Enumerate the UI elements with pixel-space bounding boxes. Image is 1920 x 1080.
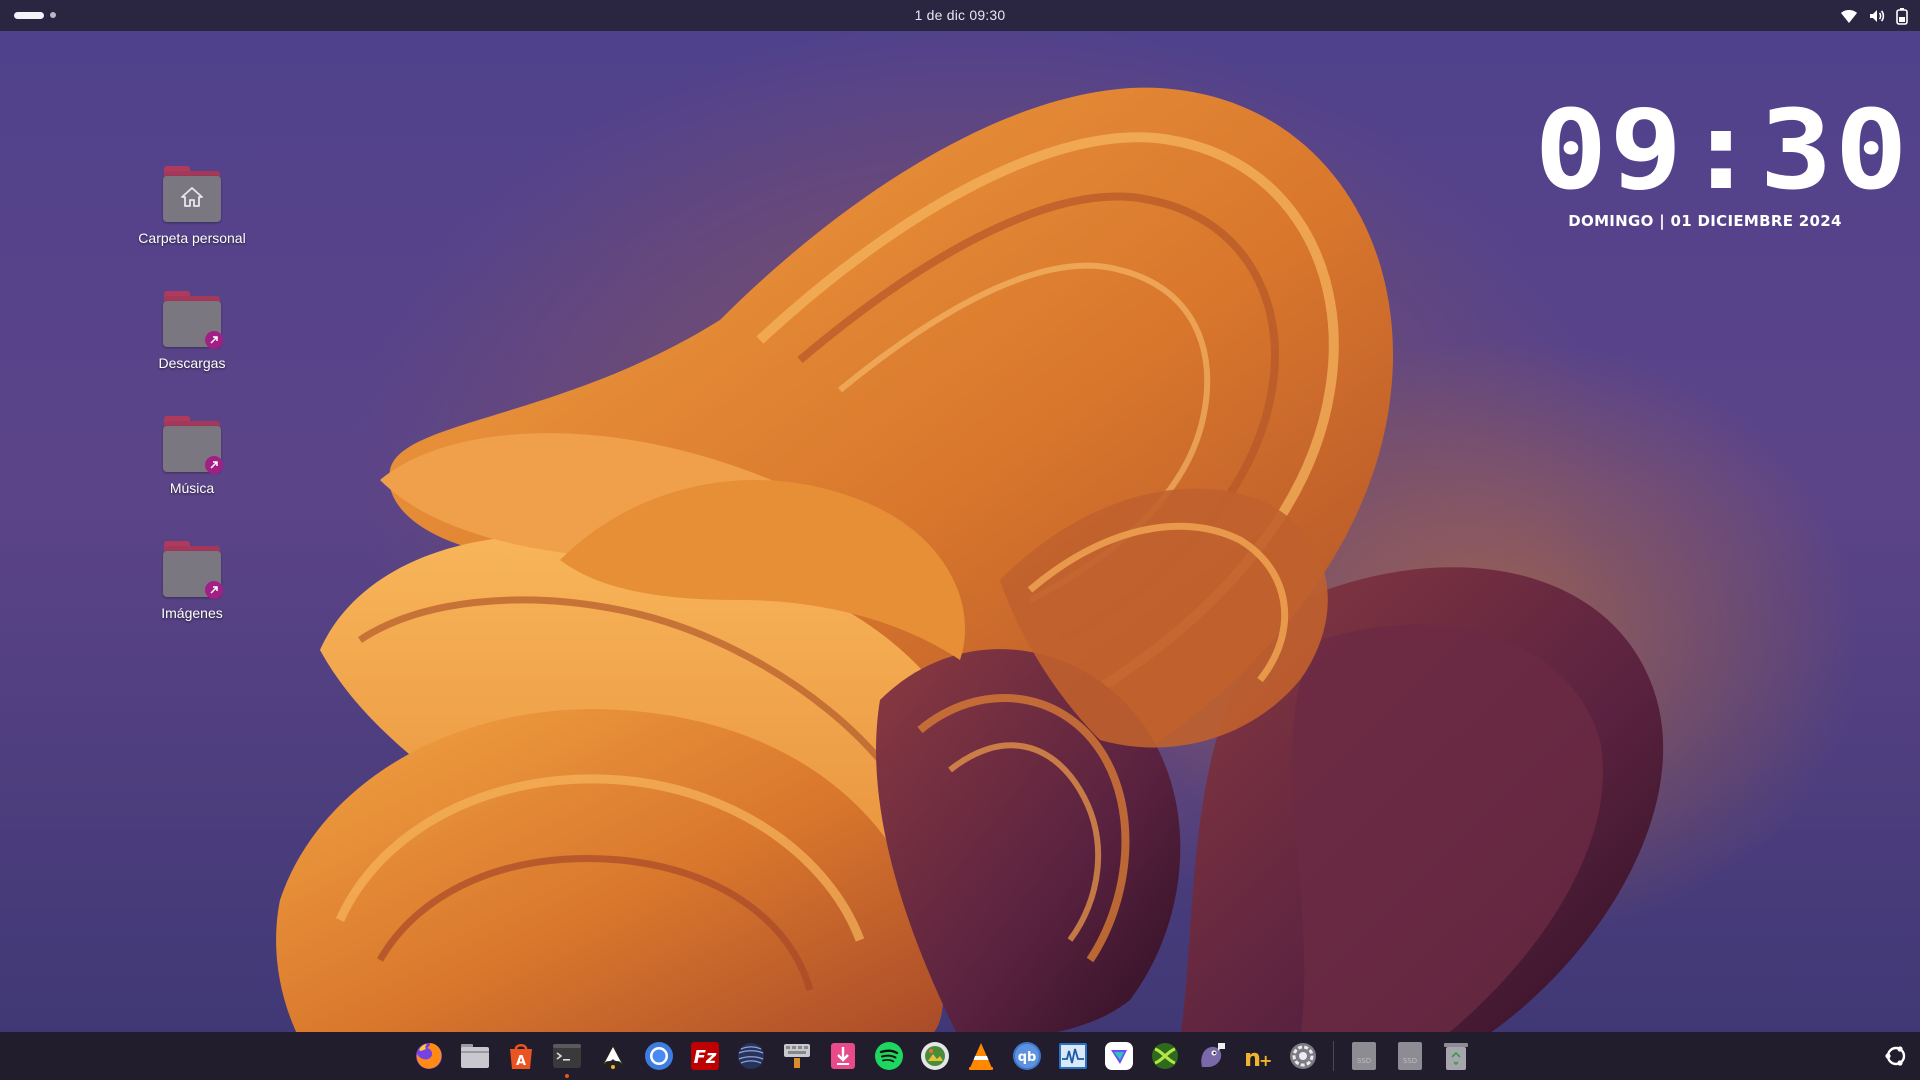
- datetime-menu[interactable]: 1 de dic 09:30: [909, 7, 1012, 23]
- active-workspace-pill: [14, 11, 44, 19]
- svg-text:SSD: SSD: [1357, 1057, 1371, 1065]
- chromium-icon[interactable]: [643, 1040, 675, 1072]
- running-indicator: [565, 1074, 569, 1078]
- keyboard-app-icon[interactable]: [781, 1040, 813, 1072]
- desktop-icon-carpeta-personal[interactable]: Carpeta personal: [117, 166, 267, 246]
- ssd-drive-icon[interactable]: SSD: [1348, 1040, 1380, 1072]
- settings-icon[interactable]: [1287, 1040, 1319, 1072]
- system-menu[interactable]: [1840, 6, 1908, 26]
- top-bar: 1 de dic 09:30: [0, 0, 1920, 31]
- system-monitor-icon[interactable]: [1057, 1040, 1089, 1072]
- dock-separator: [1333, 1041, 1334, 1071]
- spotify-icon[interactable]: [873, 1040, 905, 1072]
- qbittorrent-icon[interactable]: qb: [1011, 1040, 1043, 1072]
- files-icon[interactable]: [459, 1040, 491, 1072]
- firefox-icon[interactable]: [413, 1040, 445, 1072]
- svg-text:+: +: [1259, 1051, 1272, 1070]
- svg-text:qb: qb: [1018, 1050, 1037, 1065]
- inactive-workspace-dot: [50, 12, 56, 18]
- svg-text:SSD: SSD: [1403, 1057, 1417, 1065]
- link-emblem-icon: [205, 581, 223, 599]
- desktop-icon-musica[interactable]: Música: [117, 416, 267, 496]
- vlc-icon[interactable]: [965, 1040, 997, 1072]
- link-emblem-icon: [205, 456, 223, 474]
- clock-widget-date: DOMINGO | 01 DICIEMBRE 2024: [1568, 212, 1842, 230]
- desktop-icon-label: Imágenes: [161, 605, 223, 621]
- inkscape-icon[interactable]: [597, 1040, 629, 1072]
- ssd-drive-icon[interactable]: SSD: [1394, 1040, 1426, 1072]
- wifi-icon: [1840, 8, 1858, 24]
- xemu-icon[interactable]: [1149, 1040, 1181, 1072]
- svg-text:Fz: Fz: [694, 1047, 717, 1068]
- home-folder-icon: [163, 166, 221, 222]
- terminal-icon[interactable]: [551, 1040, 583, 1078]
- ubuntu-logo-icon[interactable]: [1884, 1044, 1908, 1068]
- trash-icon[interactable]: [1440, 1040, 1472, 1072]
- dock-app-list: A Fz qb n + SSD SSD: [413, 1040, 1472, 1078]
- clock-widget: 09:30 DOMINGO | 01 DICIEMBRE 2024: [1535, 95, 1908, 230]
- desktop-icon-imagenes[interactable]: Imágenes: [117, 541, 267, 621]
- desktop-icon-descargas[interactable]: Descargas: [117, 291, 267, 371]
- desktop-icon-label: Descargas: [158, 355, 226, 371]
- folder-link-icon: [163, 416, 223, 474]
- clock-widget-time: 09:30: [1534, 86, 1910, 214]
- link-emblem-icon: [205, 331, 223, 349]
- app-center-icon[interactable]: A: [505, 1040, 537, 1072]
- battery-icon: [1896, 7, 1908, 25]
- filezilla-icon[interactable]: Fz: [689, 1040, 721, 1072]
- folder-link-icon: [163, 291, 223, 349]
- desktop-icon-label: Música: [169, 480, 215, 496]
- proton-vpn-icon[interactable]: [1103, 1040, 1135, 1072]
- pidgin-icon[interactable]: [1195, 1040, 1227, 1072]
- volume-icon: [1868, 8, 1886, 24]
- dock: A Fz qb n + SSD SSD: [0, 1032, 1920, 1080]
- svg-text:A: A: [516, 1054, 526, 1069]
- download-app-icon[interactable]: [827, 1040, 859, 1072]
- workspace-indicator[interactable]: [14, 9, 56, 21]
- photo-app-icon[interactable]: [919, 1040, 951, 1072]
- notepadqq-icon[interactable]: n +: [1241, 1040, 1273, 1072]
- folder-link-icon: [163, 541, 223, 599]
- desktop-icon-label: Carpeta personal: [138, 230, 246, 246]
- globe-app-icon[interactable]: [735, 1040, 767, 1072]
